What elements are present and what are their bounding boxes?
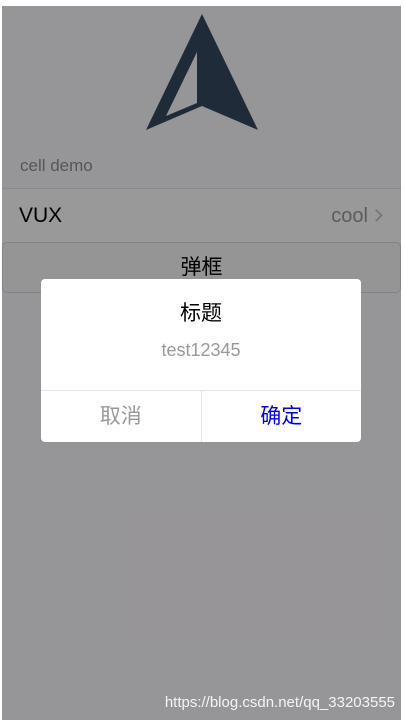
- confirm-button[interactable]: 确定: [202, 391, 362, 442]
- confirm-dialog: 标题 test12345 取消 确定: [41, 279, 361, 442]
- watermark: https://blog.csdn.net/qq_33203555: [164, 694, 395, 711]
- cancel-button[interactable]: 取消: [41, 391, 202, 442]
- app-screen: cell demo VUX cool 弹框 标题 test12345 取消 确定: [2, 6, 401, 720]
- dialog-title: 标题: [180, 302, 222, 325]
- dialog-content: test12345: [161, 340, 241, 360]
- dialog-footer: 取消 确定: [41, 390, 361, 442]
